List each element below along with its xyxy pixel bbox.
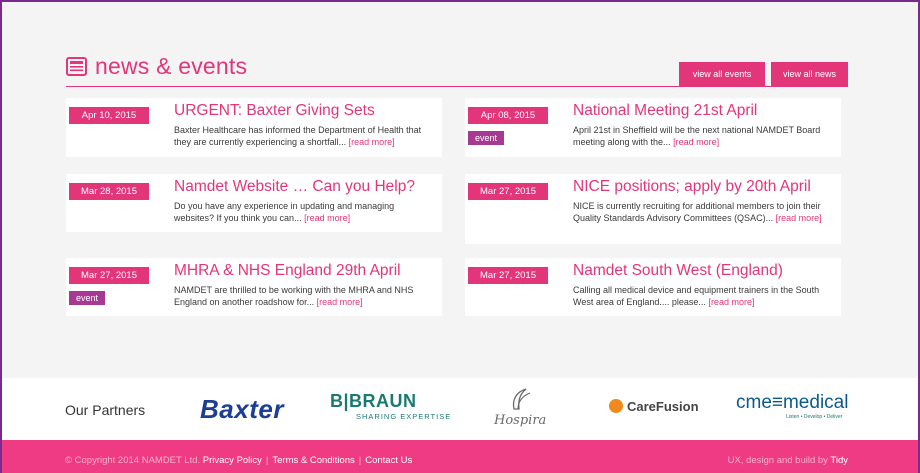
footer-links: © Copyright 2014 NAMDET Ltd. Privacy Pol… — [65, 455, 412, 466]
privacy-policy-link[interactable]: Privacy Policy — [203, 455, 262, 466]
date-badge: Mar 27, 2015 — [468, 267, 548, 284]
tidy-link[interactable]: Tidy — [830, 455, 848, 466]
news-card: Mar 27, 2015 NICE positions; apply by 20… — [465, 174, 841, 244]
divider: | — [265, 455, 269, 466]
partners-bar: Our Partners Baxter B|BRAUN SHARING EXPE… — [2, 378, 918, 440]
date-badge: Apr 10, 2015 — [69, 107, 149, 124]
contact-us-link[interactable]: Contact Us — [365, 455, 412, 466]
credit-text: UX, design and build by — [727, 455, 828, 466]
news-summary: Calling all medical device and equipment… — [573, 284, 835, 308]
partners-label: Our Partners — [65, 402, 146, 418]
cme-tagline: Listen • Develop • Deliver — [786, 414, 843, 420]
read-more-link[interactable]: [read more] — [317, 297, 363, 307]
event-tag: event — [69, 291, 105, 305]
date-badge: Mar 28, 2015 — [69, 183, 149, 200]
news-title-link[interactable]: URGENT: Baxter Giving Sets — [174, 102, 375, 120]
event-tag: event — [468, 131, 504, 145]
main-content: news & events view all events view all n… — [2, 2, 918, 378]
hospira-wordmark: Hospira — [494, 413, 547, 428]
summary-text: Calling all medical device and equipment… — [573, 285, 820, 307]
hospira-leaf-icon — [513, 388, 531, 410]
news-card: Apr 10, 2015 URGENT: Baxter Giving Sets … — [66, 98, 442, 157]
news-summary: April 21st in Sheffield will be the next… — [573, 124, 835, 148]
baxter-logo[interactable]: Baxter — [200, 394, 284, 425]
news-title-link[interactable]: National Meeting 21st April — [573, 102, 757, 120]
copyright-text: © Copyright 2014 NAMDET Ltd. — [65, 455, 201, 466]
news-summary: NICE is currently recruiting for additio… — [573, 200, 835, 224]
news-summary: Do you have any experience in updating a… — [174, 200, 436, 224]
news-card: Apr 08, 2015 event National Meeting 21st… — [465, 98, 841, 157]
divider: | — [358, 455, 362, 466]
news-card: Mar 27, 2015 event MHRA & NHS England 29… — [66, 258, 442, 316]
newspaper-icon — [66, 57, 87, 76]
summary-text: Do you have any experience in updating a… — [174, 201, 395, 223]
news-title-link[interactable]: NICE positions; apply by 20th April — [573, 178, 811, 196]
read-more-link[interactable]: [read more] — [708, 297, 754, 307]
summary-text: NAMDET are thrilled to be working with t… — [174, 285, 414, 307]
news-summary: NAMDET are thrilled to be working with t… — [174, 284, 436, 308]
read-more-link[interactable]: [read more] — [776, 213, 822, 223]
news-card: Mar 28, 2015 Namdet Website … Can you He… — [66, 174, 442, 232]
bbraun-logo[interactable]: B|BRAUN SHARING EXPERTISE — [330, 391, 451, 421]
site-footer: © Copyright 2014 NAMDET Ltd. Privacy Pol… — [2, 440, 918, 473]
read-more-link[interactable]: [read more] — [349, 137, 395, 147]
read-more-link[interactable]: [read more] — [304, 213, 350, 223]
cme-medical-logo[interactable]: cme≡medical Listen • Develop • Deliver — [736, 392, 848, 420]
section-title: news & events — [95, 53, 248, 79]
bbraun-wordmark: B|BRAUN — [330, 391, 417, 411]
view-all-events-button[interactable]: view all events — [679, 62, 765, 87]
news-title-link[interactable]: Namdet South West (England) — [573, 262, 783, 280]
read-more-link[interactable]: [read more] — [673, 137, 719, 147]
view-all-news-button[interactable]: view all news — [771, 62, 848, 87]
carefusion-wordmark: CareFusion — [627, 399, 699, 414]
footer-credit: UX, design and build by Tidy — [728, 455, 848, 466]
section-header: news & events view all events view all n… — [66, 53, 848, 87]
news-card: Mar 27, 2015 Namdet South West (England)… — [465, 258, 841, 316]
date-badge: Mar 27, 2015 — [468, 183, 548, 200]
news-title-link[interactable]: MHRA & NHS England 29th April — [174, 262, 401, 280]
carefusion-mark-icon — [609, 399, 623, 413]
hospira-logo[interactable]: Hospira — [494, 388, 546, 428]
date-badge: Mar 27, 2015 — [69, 267, 149, 284]
bbraun-tagline: SHARING EXPERTISE — [356, 412, 452, 421]
cme-wordmark: cme≡medical — [736, 392, 849, 413]
news-title-link[interactable]: Namdet Website … Can you Help? — [174, 178, 415, 196]
news-summary: Baxter Healthcare has informed the Depar… — [174, 124, 436, 148]
carefusion-logo[interactable]: CareFusion — [609, 399, 699, 414]
terms-link[interactable]: Terms & Conditions — [272, 455, 354, 466]
date-badge: Apr 08, 2015 — [468, 107, 548, 124]
